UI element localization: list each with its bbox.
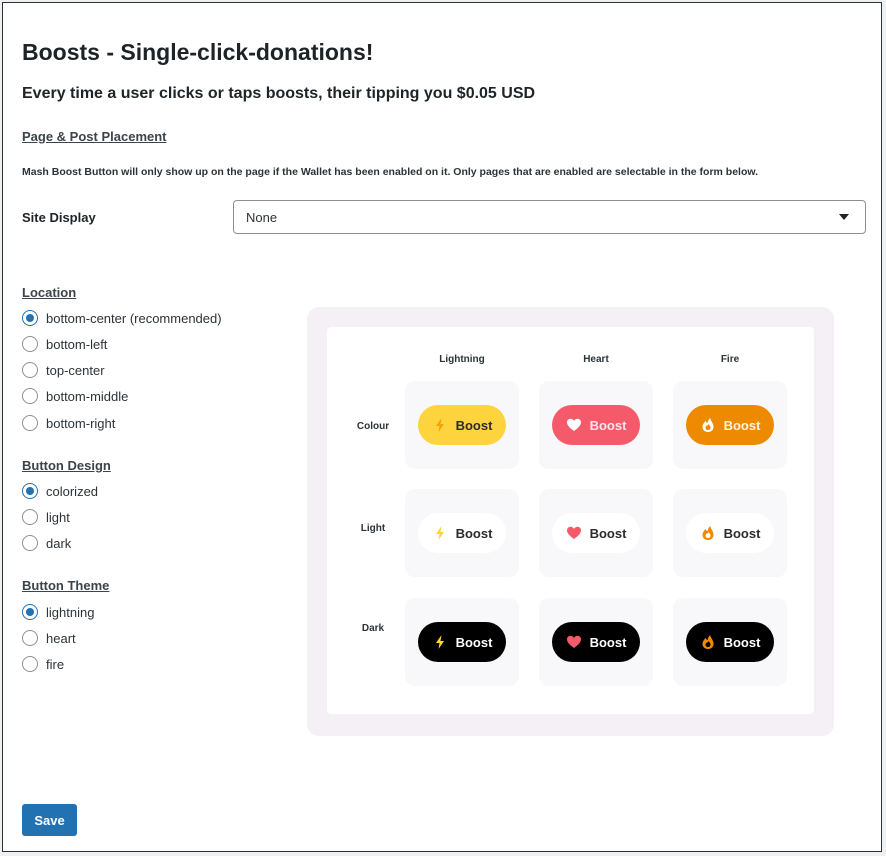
design-option-label: light: [46, 509, 70, 525]
design-option-light[interactable]: light: [22, 507, 70, 527]
button-design-title: Button Design: [22, 458, 111, 473]
preview-cell: Boost: [405, 489, 519, 577]
location-option-label: bottom-left: [46, 336, 108, 352]
lightning-icon: [432, 525, 448, 541]
location-option-bottom-right[interactable]: bottom-right: [22, 413, 115, 433]
radio-button[interactable]: [22, 483, 38, 499]
radio-button[interactable]: [22, 656, 38, 672]
location-title: Location: [22, 285, 77, 300]
boost-button-colour-heart: Boost: [552, 405, 640, 445]
design-option-dark[interactable]: dark: [22, 533, 71, 553]
theme-option-lightning[interactable]: lightning: [22, 602, 94, 622]
column-heading-fire: Fire: [720, 354, 740, 365]
boost-button-preview: Lightning Heart Fire Colour Light Dark B…: [307, 307, 834, 736]
boost-button-colour-lightning: Boost: [418, 405, 506, 445]
radio-button[interactable]: [22, 604, 38, 620]
preview-cell: Boost: [673, 381, 787, 469]
location-option-bottom-left[interactable]: bottom-left: [22, 334, 107, 354]
radio-button[interactable]: [22, 362, 38, 378]
boost-button-dark-lightning: Boost: [418, 622, 506, 662]
button-theme-title: Button Theme: [22, 578, 110, 593]
design-option-colorized[interactable]: colorized: [22, 481, 98, 501]
location-option-label: bottom-right: [46, 415, 116, 431]
row-heading-dark: Dark: [361, 623, 385, 634]
row-heading-colour: Colour: [356, 421, 390, 432]
location-option-bottom-center[interactable]: bottom-center (recommended): [22, 308, 222, 328]
boost-label: Boost: [455, 525, 493, 541]
location-option-bottom-middle[interactable]: bottom-middle: [22, 386, 128, 406]
theme-option-label: lightning: [46, 604, 95, 620]
radio-button[interactable]: [22, 535, 38, 551]
boost-button-light-heart: Boost: [552, 513, 640, 553]
boost-label: Boost: [723, 634, 761, 650]
page-post-placement-link[interactable]: Page & Post Placement: [22, 129, 167, 144]
page-subtitle: Every time a user clicks or taps boosts,…: [22, 85, 536, 102]
boost-label: Boost: [589, 417, 627, 433]
wallet-notice: Mash Boost Button will only show up on t…: [22, 166, 759, 178]
boost-label: Boost: [455, 417, 493, 433]
location-option-label: bottom-middle: [46, 388, 129, 404]
boost-label: Boost: [589, 525, 627, 541]
lightning-icon: [432, 634, 448, 650]
save-button[interactable]: Save: [22, 804, 77, 836]
boost-button-light-fire: Boost: [686, 513, 774, 553]
column-heading-heart: Heart: [583, 354, 609, 365]
radio-button[interactable]: [22, 509, 38, 525]
radio-button[interactable]: [22, 336, 38, 352]
theme-option-label: heart: [46, 630, 76, 646]
location-option-top-center[interactable]: top-center: [22, 360, 105, 380]
boost-button-dark-fire: Boost: [686, 622, 774, 662]
boost-button-colour-fire: Boost: [686, 405, 774, 445]
page-title: Boosts - Single-click-donations!: [22, 39, 374, 65]
location-option-label: bottom-center (recommended): [46, 310, 222, 326]
boost-label: Boost: [455, 634, 493, 650]
site-display-label: Site Display: [22, 210, 96, 225]
preview-cell: Boost: [673, 598, 787, 686]
site-display-value: None: [246, 209, 278, 225]
lightning-icon: [432, 417, 448, 433]
column-heading-lightning: Lightning: [439, 354, 485, 365]
preview-cell: Boost: [673, 489, 787, 577]
design-option-label: colorized: [46, 483, 99, 499]
preview-card: Lightning Heart Fire Colour Light Dark B…: [327, 327, 814, 714]
theme-option-heart[interactable]: heart: [22, 628, 76, 648]
theme-option-label: fire: [46, 656, 65, 672]
heart-icon: [566, 634, 582, 650]
radio-button[interactable]: [22, 415, 38, 431]
preview-cell: Boost: [405, 598, 519, 686]
preview-cell: Boost: [405, 381, 519, 469]
fire-icon: [700, 417, 716, 433]
radio-button[interactable]: [22, 630, 38, 646]
location-option-label: top-center: [46, 362, 105, 378]
fire-icon: [700, 634, 716, 650]
heart-icon: [566, 525, 582, 541]
design-option-label: dark: [46, 535, 72, 551]
boost-button-light-lightning: Boost: [418, 513, 506, 553]
radio-button[interactable]: [22, 310, 38, 326]
preview-cell: Boost: [539, 598, 653, 686]
boost-label: Boost: [723, 525, 761, 541]
preview-cell: Boost: [539, 489, 653, 577]
radio-button[interactable]: [22, 388, 38, 404]
theme-option-fire[interactable]: fire: [22, 654, 64, 674]
row-heading-light: Light: [360, 523, 386, 534]
heart-icon: [566, 417, 582, 433]
chevron-down-icon: [839, 214, 849, 220]
settings-panel: Boosts - Single-click-donations! Every t…: [2, 2, 882, 852]
boost-button-dark-heart: Boost: [552, 622, 640, 662]
site-display-select[interactable]: None: [233, 200, 866, 234]
boost-label: Boost: [723, 417, 761, 433]
preview-cell: Boost: [539, 381, 653, 469]
fire-icon: [700, 525, 716, 541]
boost-label: Boost: [589, 634, 627, 650]
